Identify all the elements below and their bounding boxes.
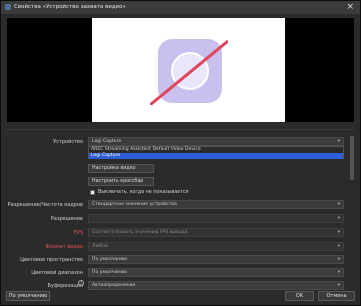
setting-label: Разрешение/Частота кадров [7,202,83,208]
chevron-down-icon: ▾ [337,283,340,288]
device-option-selected[interactable]: Logi Capture [89,153,343,159]
title-bar: Свойства «Устройство захвата видео» × [1,1,360,14]
setting-value: По умолчанию [92,257,128,262]
setting-dropdown: ▾ [88,214,344,223]
setting-dropdown: Соответствовать значению FPS вывода ▾ [88,228,344,237]
obs-app-icon [5,4,11,10]
properties-dialog: Свойства «Устройство захвата видео» × Ус… [0,0,361,306]
device-label: Устройство [53,139,83,145]
device-dropdown-list[interactable]: AREC Streaming Assistant Default Video D… [88,146,344,159]
chevron-down-icon: ▾ [337,139,340,144]
device-dropdown-value: Logi Capture [92,139,122,144]
cancel-button[interactable]: Отмена [318,291,355,301]
configure-crossbar-button[interactable]: Настроить кроссбар [88,177,154,186]
setting-value: Любой [92,244,108,249]
window-title: Свойства «Устройство захвата видео» [14,4,126,10]
setting-label: FPS [73,230,83,236]
camera-disabled-icon [150,39,228,105]
configure-video-button[interactable]: Настройка видео [88,164,154,173]
setting-dropdown[interactable]: По умолчанию ▾ [88,255,344,264]
ok-button[interactable]: OK [285,291,314,301]
chevron-down-icon: ▾ [337,270,340,275]
setting-label: Буферизация [47,283,83,289]
setting-dropdown[interactable]: По умолчанию ▾ [88,268,344,277]
setting-value: Стандартное значение устройства [92,202,177,207]
setting-label: Разрешение [50,216,83,222]
setting-value: Соответствовать значению FPS вывода [92,230,188,235]
chevron-down-icon: ▾ [337,216,340,221]
section-divider [7,129,355,130]
defaults-button[interactable]: По умолчанию [6,291,50,301]
chevron-down-icon: ▾ [337,202,340,207]
chevron-down-icon: ▾ [337,257,340,262]
device-dropdown[interactable]: Logi Capture ▾ [88,137,344,146]
chevron-down-icon: ▾ [337,244,340,249]
info-icon[interactable]: ? [78,280,84,286]
deactivate-checkbox[interactable] [90,190,95,195]
setting-label: Формат видео [45,244,83,250]
scrollbar-thumb[interactable] [350,136,354,180]
setting-label: Цветовой диапазон [31,270,83,276]
setting-value: Автоопределение [92,283,136,288]
source-preview [7,18,354,122]
setting-dropdown[interactable]: Стандартное значение устройства ▾ [88,200,344,209]
chevron-down-icon: ▾ [337,230,340,235]
setting-dropdown[interactable]: Автоопределение ▾ [88,281,344,290]
setting-dropdown: Любой ▾ [88,242,344,251]
preview-canvas [92,18,285,122]
setting-label: Цветовое пространство [20,257,83,263]
deactivate-checkbox-label: Выключать, когда не показывается [98,190,189,195]
setting-value: По умолчанию [92,270,128,275]
close-icon[interactable]: × [346,2,354,13]
